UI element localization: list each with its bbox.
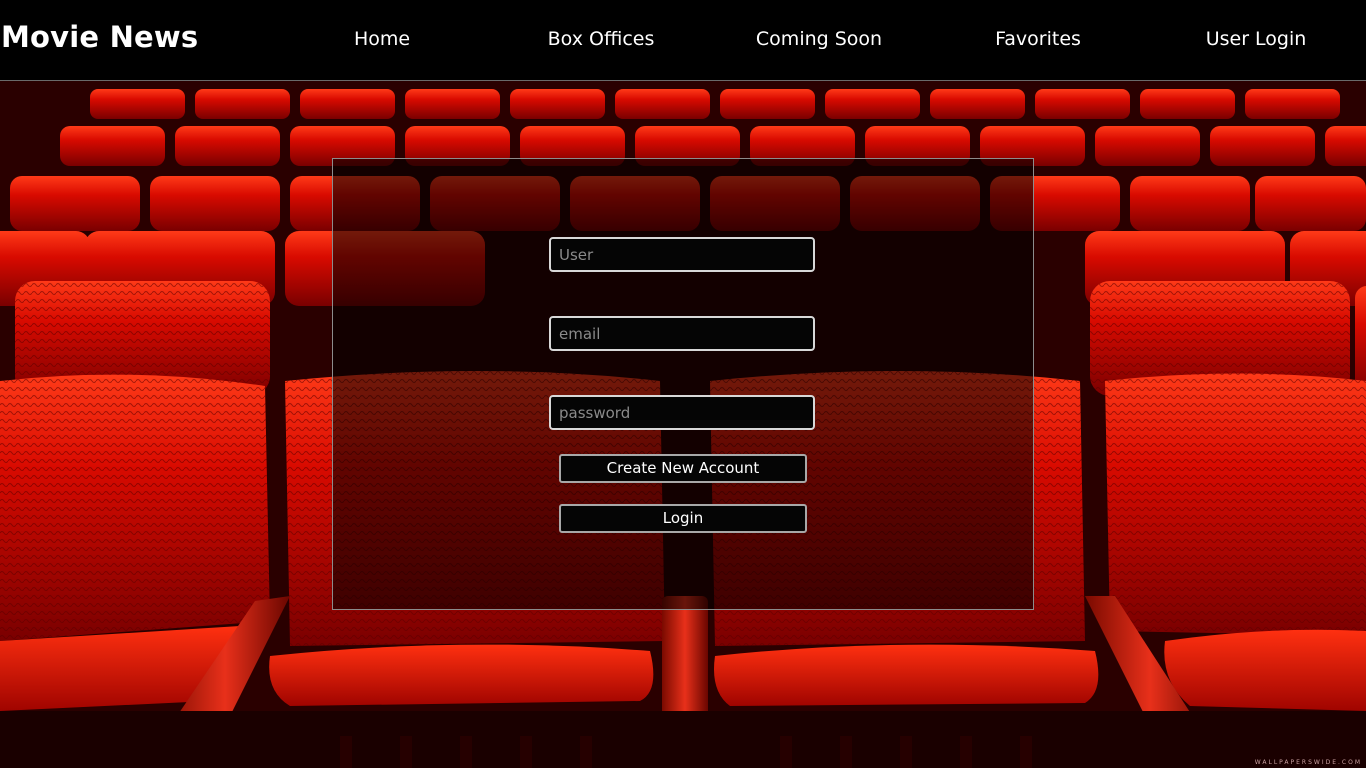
page: Movie News Home Box Offices Coming Soon … [0,0,1366,768]
user-input[interactable] [549,237,815,272]
nav-link-favorites[interactable]: Favorites [995,28,1081,50]
nav-link-coming-soon[interactable]: Coming Soon [756,28,882,50]
email-input[interactable] [549,316,815,351]
password-input[interactable] [549,395,815,430]
create-account-button[interactable]: Create New Account [559,454,807,483]
login-panel: Create New Account Login [332,158,1034,610]
nav-link-box-offices[interactable]: Box Offices [548,28,655,50]
nav-link-home[interactable]: Home [354,28,410,50]
nav-link-user-login[interactable]: User Login [1206,28,1307,50]
site-brand[interactable]: Movie News [1,20,198,54]
top-navbar: Movie News Home Box Offices Coming Soon … [0,0,1366,81]
wallpaper-watermark: WALLPAPERSWIDE.COM [1254,759,1362,766]
login-button[interactable]: Login [559,504,807,533]
